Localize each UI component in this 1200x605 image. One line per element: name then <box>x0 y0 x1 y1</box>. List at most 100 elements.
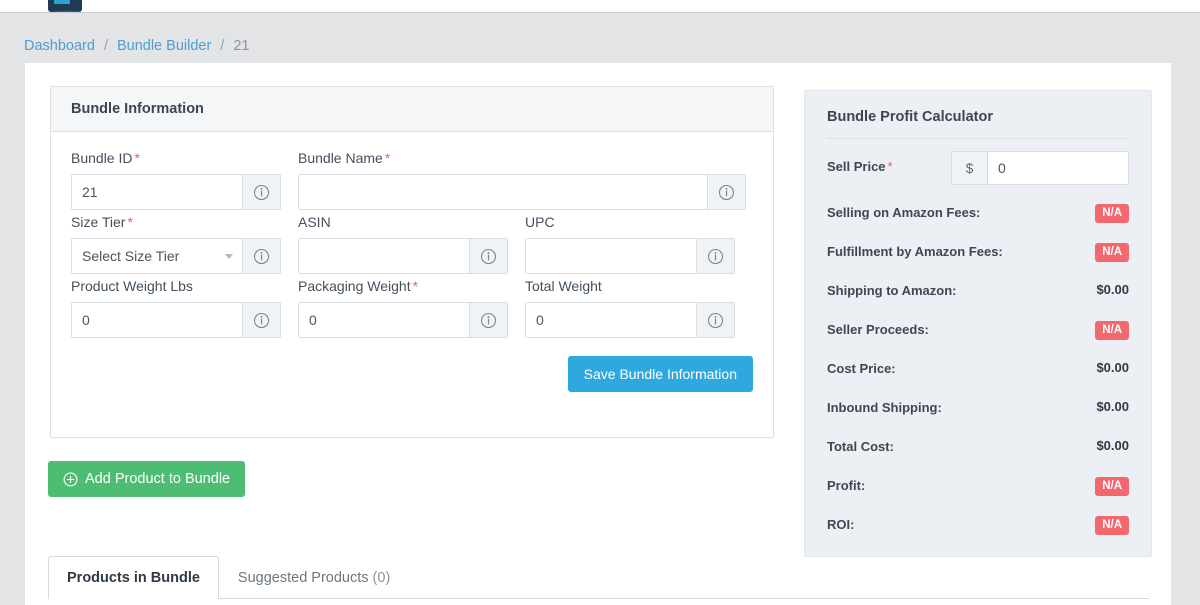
label-packaging-weight: Packaging Weight* <box>298 278 508 294</box>
tab-products-in-bundle[interactable]: Products in Bundle <box>48 556 219 599</box>
status-badge: N/A <box>1095 243 1129 262</box>
bundle-profit-calculator-panel: Bundle Profit Calculator Sell Price* $ S… <box>804 90 1152 557</box>
label-text: UPC <box>525 214 555 230</box>
calculator-row-sell-price: Sell Price* $ <box>827 158 1129 185</box>
label-text: Packaging Weight <box>298 278 411 294</box>
size-tier-placeholder: Select Size Tier <box>82 248 179 264</box>
field-size-tier: Size Tier* Select Size Tier <box>71 214 281 274</box>
field-product-weight: Product Weight Lbs <box>71 278 281 338</box>
chevron-down-icon <box>225 254 233 259</box>
label-text: Size Tier <box>71 214 125 230</box>
info-icon[interactable] <box>469 303 507 337</box>
bundle-name-input-group <box>298 174 746 210</box>
total-weight-input-group <box>525 302 735 338</box>
field-total-weight: Total Weight <box>525 278 735 338</box>
info-icon[interactable] <box>696 303 734 337</box>
required-marker: * <box>413 278 418 294</box>
field-upc: UPC <box>525 214 735 274</box>
required-marker: * <box>888 159 893 174</box>
bundle-information-header: Bundle Information <box>51 87 773 132</box>
bundle-tabs: Products in Bundle Suggested Products (0… <box>48 556 1149 599</box>
label-text: Sell Price <box>827 159 886 174</box>
top-navigation-bar <box>0 0 1200 13</box>
tab-suggested-products[interactable]: Suggested Products (0) <box>219 556 409 599</box>
breadcrumb: Dashboard / Bundle Builder / 21 <box>24 34 249 58</box>
required-marker: * <box>385 150 390 166</box>
row-label: Selling on Amazon Fees: <box>827 204 980 222</box>
breadcrumb-separator: / <box>220 38 224 54</box>
total-weight-input[interactable] <box>526 303 696 337</box>
asin-input[interactable] <box>299 239 469 273</box>
info-icon[interactable] <box>696 239 734 273</box>
currency-symbol: $ <box>952 152 988 184</box>
label-text: Bundle Name <box>298 150 383 166</box>
info-icon[interactable] <box>707 175 745 209</box>
label-bundle-name: Bundle Name* <box>298 150 746 166</box>
bundle-name-input[interactable] <box>299 175 707 209</box>
label-text: Total Weight <box>525 278 602 294</box>
sell-price-label: Sell Price* <box>827 158 893 176</box>
breadcrumb-separator: / <box>104 38 108 54</box>
row-label: Inbound Shipping: <box>827 399 942 417</box>
product-weight-input-group <box>71 302 281 338</box>
tab-count: (0) <box>373 570 391 586</box>
row-label: Seller Proceeds: <box>827 321 929 339</box>
size-tier-select-group: Select Size Tier <box>71 238 281 274</box>
info-icon[interactable] <box>242 239 280 273</box>
label-text: Product Weight Lbs <box>71 278 193 294</box>
required-marker: * <box>134 150 139 166</box>
label-asin: ASIN <box>298 214 508 230</box>
row-label: Fulfillment by Amazon Fees: <box>827 243 1003 261</box>
form-row-1: Bundle ID* Bundle Name* <box>71 150 753 210</box>
calculator-row-seller-proceeds: Seller Proceeds: N/A <box>827 321 1129 341</box>
form-row-3: Product Weight Lbs Packaging Weight* <box>71 278 753 338</box>
add-product-to-bundle-button[interactable]: Add Product to Bundle <box>48 461 245 497</box>
form-row-2: Size Tier* Select Size Tier A <box>71 214 753 274</box>
calculator-title: Bundle Profit Calculator <box>827 109 1129 139</box>
sell-price-input-group: $ <box>951 151 1129 185</box>
row-label: Cost Price: <box>827 360 896 378</box>
label-upc: UPC <box>525 214 735 230</box>
tab-label: Products in Bundle <box>67 570 200 586</box>
bundle-id-input[interactable] <box>72 175 242 209</box>
info-icon[interactable] <box>242 303 280 337</box>
row-label: Profit: <box>827 477 865 495</box>
save-bundle-information-button[interactable]: Save Bundle Information <box>568 356 753 392</box>
panel-title: Bundle Information <box>71 101 204 117</box>
plus-circle-icon <box>63 472 78 487</box>
product-weight-input[interactable] <box>72 303 242 337</box>
calculator-row-fba-fees: Fulfillment by Amazon Fees: N/A <box>827 243 1129 263</box>
add-product-button-label: Add Product to Bundle <box>85 471 230 487</box>
breadcrumb-item-current: 21 <box>233 38 249 54</box>
status-badge: N/A <box>1095 204 1129 223</box>
required-marker: * <box>127 214 132 230</box>
upc-input[interactable] <box>526 239 696 273</box>
calculator-row-selling-fees: Selling on Amazon Fees: N/A <box>827 204 1129 224</box>
packaging-weight-input[interactable] <box>299 303 469 337</box>
field-bundle-id: Bundle ID* <box>71 150 281 210</box>
upc-input-group <box>525 238 735 274</box>
status-badge: N/A <box>1095 516 1129 535</box>
size-tier-select[interactable]: Select Size Tier <box>72 239 242 273</box>
label-text: ASIN <box>298 214 331 230</box>
bundle-information-form: Bundle ID* Bundle Name* <box>51 132 773 392</box>
calculator-row-total-cost: Total Cost: $0.00 <box>827 438 1129 458</box>
form-actions: Save Bundle Information <box>71 342 753 392</box>
label-bundle-id: Bundle ID* <box>71 150 281 166</box>
calculator-row-cost-price: Cost Price: $0.00 <box>827 360 1129 380</box>
row-value: $0.00 <box>1096 399 1129 414</box>
status-badge: N/A <box>1095 477 1129 496</box>
field-packaging-weight: Packaging Weight* <box>298 278 508 338</box>
logo-shadow <box>44 10 88 13</box>
calculator-row-inbound-shipping: Inbound Shipping: $0.00 <box>827 399 1129 419</box>
breadcrumb-item-bundle-builder[interactable]: Bundle Builder <box>117 38 211 54</box>
info-icon[interactable] <box>242 175 280 209</box>
calculator-row-profit: Profit: N/A <box>827 477 1129 497</box>
breadcrumb-item-dashboard[interactable]: Dashboard <box>24 38 95 54</box>
info-icon[interactable] <box>469 239 507 273</box>
label-text: Bundle ID <box>71 150 132 166</box>
row-label: ROI: <box>827 516 854 534</box>
field-asin: ASIN <box>298 214 508 274</box>
sell-price-input[interactable] <box>988 152 1128 184</box>
status-badge: N/A <box>1095 321 1129 340</box>
